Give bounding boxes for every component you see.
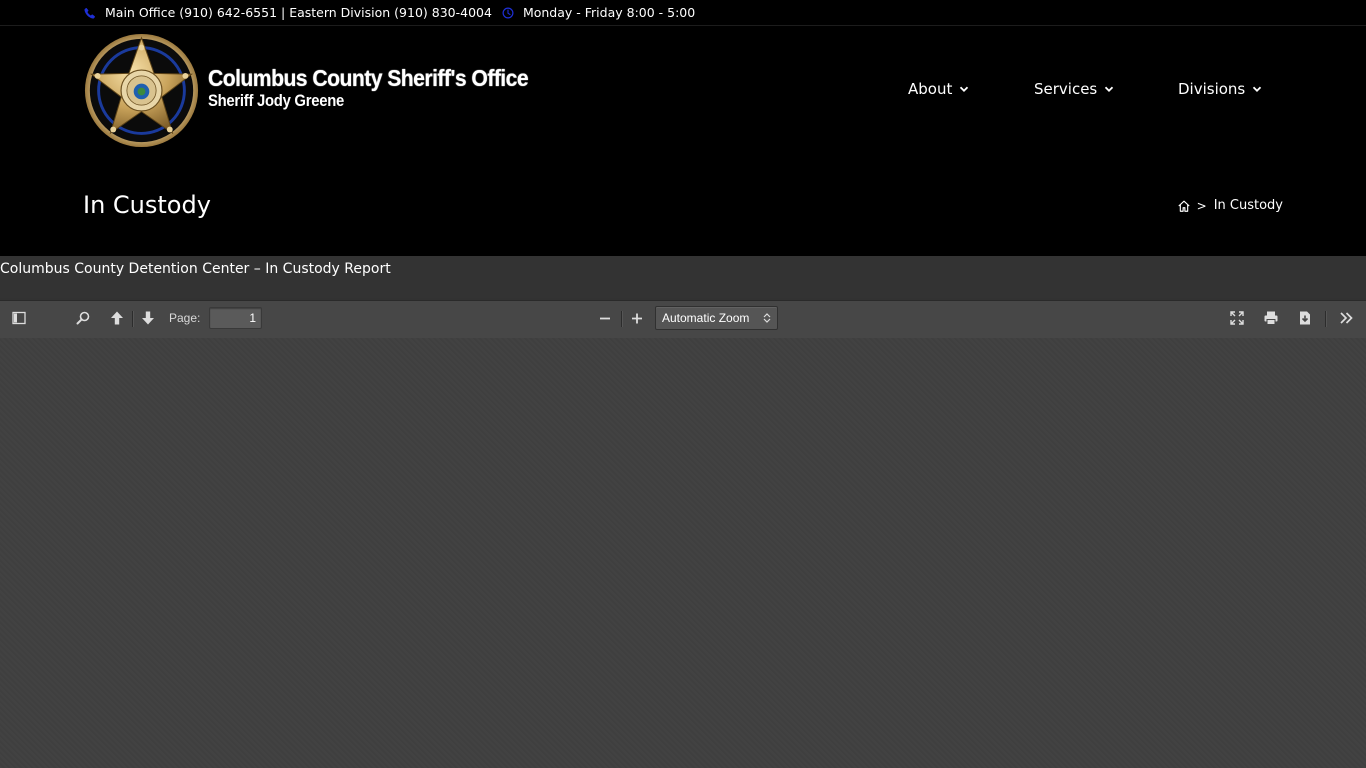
zoom-out-icon[interactable] (594, 309, 616, 327)
hours-text: Monday - Friday 8:00 - 5:00 (522, 5, 696, 20)
phone-text: Main Office (910) 642-6551 | Eastern Div… (105, 5, 492, 20)
zoom-select[interactable]: Automatic Zoom (655, 306, 778, 330)
main-content: Columbus County Detention Center – In Cu… (0, 256, 1366, 768)
pdf-document-area[interactable] (0, 338, 1366, 768)
chevron-down-icon (959, 84, 969, 94)
tools-double-chevron-icon[interactable] (1335, 309, 1357, 327)
site-header: Columbus County Sheriff's Office Sheriff… (0, 27, 1366, 155)
sidebar-toggle-icon[interactable] (8, 309, 30, 327)
select-arrows-icon (763, 313, 771, 323)
chevron-down-icon (1252, 84, 1262, 94)
nav-divisions-label: Divisions (1178, 80, 1246, 98)
toolbar-divider (621, 311, 622, 327)
pdf-toolbar: Page: 1 Automatic Zoom (0, 300, 1366, 338)
phone-info: Main Office (910) 642-6551 | Eastern Div… (83, 5, 492, 20)
previous-page-icon[interactable] (106, 309, 128, 327)
home-icon[interactable] (1177, 199, 1191, 213)
find-search-icon[interactable] (72, 309, 94, 327)
nav-about[interactable]: About (908, 80, 969, 98)
zoom-value: Automatic Zoom (662, 311, 750, 325)
zoom-in-icon[interactable] (626, 309, 648, 327)
print-icon[interactable] (1260, 309, 1282, 327)
main-nav: About Services Divisions (0, 80, 1366, 104)
breadcrumb-current: In Custody (1213, 198, 1283, 213)
report-title: Columbus County Detention Center – In Cu… (0, 261, 391, 277)
phone-icon (83, 6, 97, 20)
page-title: In Custody (83, 191, 211, 219)
page-number-input[interactable]: 1 (209, 307, 262, 329)
hours-info: Monday - Friday 8:00 - 5:00 (501, 5, 695, 20)
page-title-band: In Custody > In Custody (0, 155, 1366, 256)
toolbar-divider (132, 311, 133, 327)
nav-services-label: Services (1034, 80, 1098, 98)
breadcrumb: > In Custody (1177, 198, 1283, 213)
top-contact-bar: Main Office (910) 642-6551 | Eastern Div… (0, 0, 1366, 26)
presentation-mode-icon[interactable] (1226, 309, 1248, 327)
next-page-icon[interactable] (137, 309, 159, 327)
toolbar-divider (1325, 311, 1326, 327)
page-label: Page: (169, 311, 201, 325)
nav-about-label: About (908, 80, 953, 98)
clock-icon (501, 6, 515, 20)
download-icon[interactable] (1294, 309, 1316, 327)
chevron-down-icon (1104, 84, 1114, 94)
pdf-viewer: Page: 1 Automatic Zoom (0, 300, 1366, 768)
breadcrumb-separator: > (1196, 198, 1207, 213)
nav-divisions[interactable]: Divisions (1178, 80, 1262, 98)
nav-services[interactable]: Services (1034, 80, 1114, 98)
